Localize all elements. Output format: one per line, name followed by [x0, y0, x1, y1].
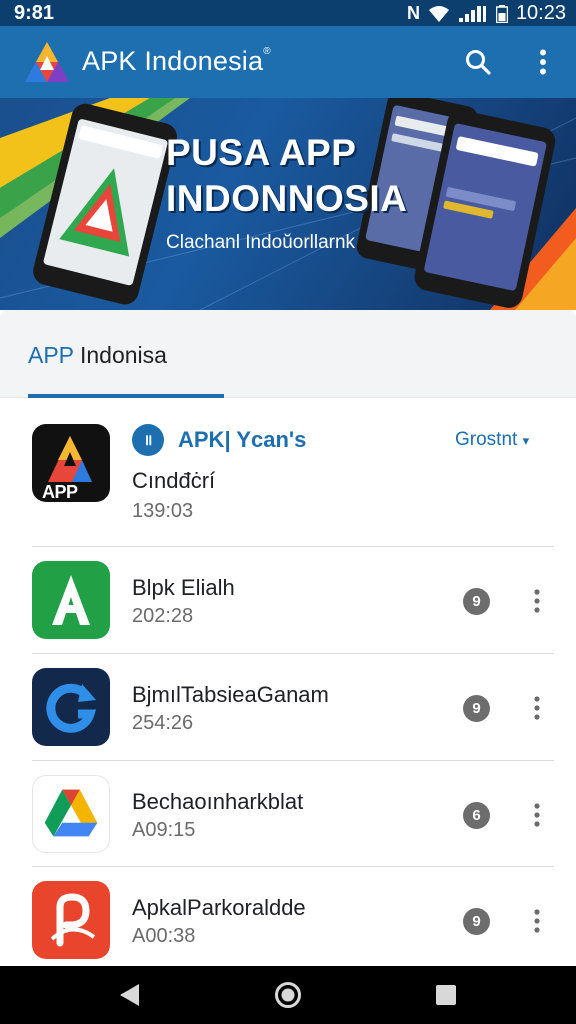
featured-pill-icon: ॥ — [132, 424, 164, 456]
home-circle-icon — [275, 982, 301, 1008]
nav-back-button[interactable] — [100, 966, 160, 1024]
app-icon — [32, 775, 110, 853]
featured-action-button[interactable]: Grostnt ▾ — [455, 429, 529, 451]
tab-app-indonesia[interactable]: APP Indonisa — [28, 342, 167, 369]
app-meta: A09:15 — [132, 819, 196, 841]
app-row-menu-button[interactable] — [524, 690, 550, 726]
tab-indicator — [28, 394, 224, 398]
app-bar: APK Indonesia® — [0, 26, 576, 98]
refresh-arrow-icon — [46, 683, 97, 733]
app-row[interactable]: BjmılTabsieaGanam 254:26 9 — [0, 654, 576, 760]
app-meta: 202:28 — [132, 605, 194, 627]
tab-label-accent: APP — [28, 342, 74, 368]
tab-label-rest: Indonisa — [73, 342, 167, 368]
app-icon — [32, 668, 110, 746]
app-name: Bechaoınharkblat — [132, 789, 304, 814]
search-button[interactable] — [460, 44, 496, 80]
registered-mark: ® — [263, 46, 271, 57]
chevron-down-icon: ▾ — [522, 433, 530, 448]
app-row[interactable]: Blpk Elialh 202:28 9 — [0, 547, 576, 653]
nav-home-button[interactable] — [258, 966, 318, 1024]
app-name: ApkalParkoraldde — [132, 895, 306, 920]
app-row[interactable]: ApkalParkoraldde A00:38 9 — [0, 867, 576, 966]
featured-action-label: Grostnt — [455, 429, 518, 450]
more-vert-icon — [534, 803, 540, 827]
app-badge: 9 — [463, 588, 490, 615]
status-icons: N 10:23 — [407, 2, 566, 25]
featured-label: APK| Ycan's — [178, 427, 307, 452]
app-row-menu-button[interactable] — [524, 903, 550, 939]
banner-title-line1: PUSA APP — [166, 132, 357, 173]
more-vert-icon — [534, 909, 540, 933]
nfc-icon: N — [406, 3, 420, 23]
app-meta: 254:26 — [132, 712, 194, 734]
section-header: APP Indonisa — [0, 310, 576, 398]
app-row[interactable]: Bechaoınharkblat A09:15 6 — [0, 761, 576, 867]
system-nav-bar — [0, 966, 576, 1024]
more-vert-icon — [534, 589, 540, 613]
featured-app-meta: 139:03 — [132, 500, 194, 522]
signal-icon — [458, 5, 486, 22]
promo-banner[interactable]: PUSA APP INDONNOSIA Clachanl Indoŭorllar… — [0, 98, 576, 310]
battery-icon — [495, 4, 508, 23]
apk-logo-icon — [25, 42, 69, 82]
pdf-curl-icon — [50, 893, 96, 947]
app-badge: 9 — [463, 908, 490, 935]
featured-app-row[interactable]: APP ॥ APK| Ycan's Grostnt ▾ Cındđċrí 139… — [0, 400, 576, 546]
back-triangle-icon — [120, 984, 139, 1006]
more-vert-icon — [534, 696, 540, 720]
drive-triangle-icon — [44, 789, 98, 837]
app-badge: 6 — [463, 802, 490, 829]
more-vert-icon — [540, 49, 546, 75]
status-time-left: 9:81 — [14, 2, 55, 24]
app-icon — [32, 561, 110, 639]
featured-app-icon: APP — [32, 424, 110, 502]
app-row-menu-button[interactable] — [524, 797, 550, 833]
app-meta: A00:38 — [132, 925, 196, 947]
app-title-text: APK Indonesia — [82, 46, 264, 76]
app-name: Blpk Elialh — [132, 575, 235, 600]
overflow-menu-button[interactable] — [528, 44, 558, 80]
featured-icon-text: APP — [42, 482, 78, 502]
nav-recents-button[interactable] — [416, 966, 476, 1024]
recents-square-icon — [436, 985, 456, 1005]
app-row-menu-button[interactable] — [524, 583, 550, 619]
app-title: APK Indonesia® — [82, 46, 271, 77]
app-icon — [32, 881, 110, 959]
app-badge: 9 — [463, 695, 490, 722]
featured-app-name: Cındđċrí — [132, 468, 216, 493]
letter-a-icon — [52, 575, 90, 625]
status-bar: 9:81 N 10:23 — [0, 0, 576, 26]
banner-title-line2: INDONNOSIA — [166, 178, 408, 219]
status-time-right: 10:23 — [515, 2, 566, 24]
banner-subtitle: Clachanl Indoŭorllarnk — [166, 232, 356, 253]
app-name: BjmılTabsieaGanam — [132, 682, 329, 707]
wifi-icon — [428, 5, 449, 22]
search-icon — [466, 50, 491, 75]
